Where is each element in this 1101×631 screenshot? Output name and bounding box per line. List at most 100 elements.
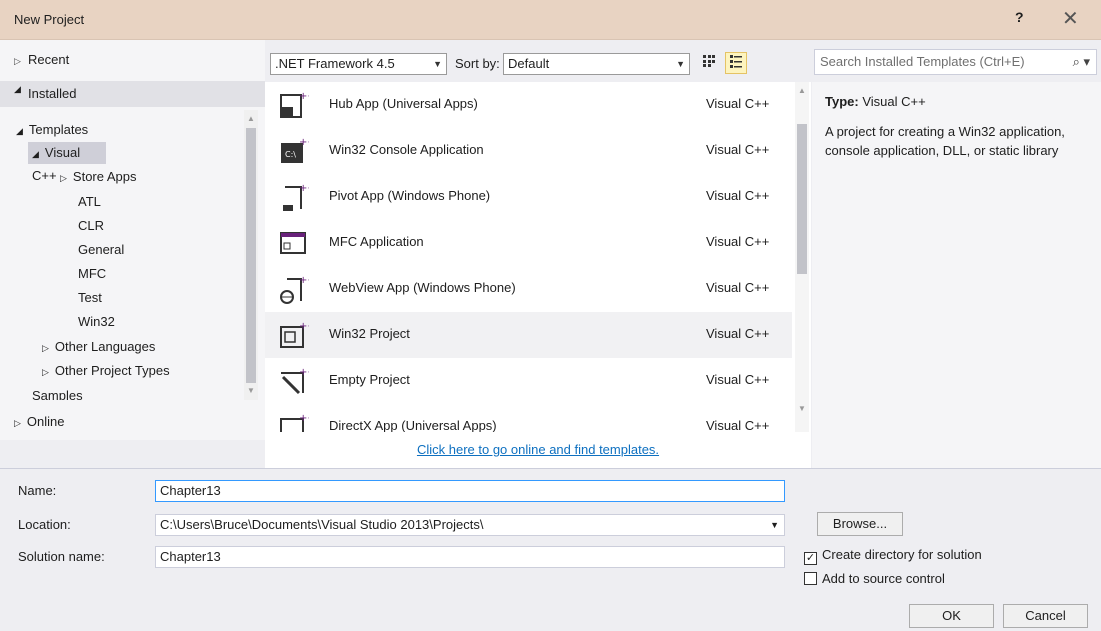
template-name: DirectX App (Universal Apps) [329, 418, 497, 432]
tree-item-test[interactable]: Test [78, 288, 102, 308]
template-name: Win32 Project [329, 326, 410, 341]
checkbox-empty-icon[interactable] [804, 572, 817, 585]
online-templates-link[interactable]: Click here to go online and find templat… [265, 432, 811, 468]
scroll-down-icon[interactable]: ▼ [798, 404, 806, 413]
tree-item-templates[interactable]: ◢ Templates [16, 120, 88, 140]
tree-item-other-languages[interactable]: ▷ Other Languages [42, 337, 155, 358]
tree-item-samples[interactable]: Samples [32, 386, 83, 400]
win32-project-icon: ++ [280, 321, 309, 348]
template-item-win32-console[interactable]: C:\++ Win32 Console Application Visual C… [265, 128, 792, 174]
tree-item-store-apps[interactable]: ▷ Store Apps [60, 167, 137, 187]
template-language: Visual C++ [706, 326, 770, 341]
close-icon[interactable]: ✕ [1062, 6, 1079, 31]
expand-arrow-icon: ▷ [14, 418, 21, 428]
tree-label: Other Project Types [54, 363, 170, 378]
create-directory-checkbox[interactable]: ✓ Create directory for solution [804, 547, 982, 565]
ok-button[interactable]: OK [909, 604, 994, 628]
tree-item-recent[interactable]: ▷ Recent [14, 50, 69, 70]
tree-label: Store Apps [72, 169, 137, 184]
tree-item-installed[interactable]: ◢ Installed [0, 81, 265, 107]
scroll-down-icon[interactable]: ▼ [247, 386, 255, 395]
template-item-hub-app[interactable]: ++ Hub App (Universal Apps) Visual C++ [265, 82, 792, 128]
template-item-win32-project[interactable]: ++ Win32 Project Visual C++ [265, 312, 792, 358]
source-control-checkbox[interactable]: Add to source control [804, 571, 945, 586]
scroll-up-icon[interactable]: ▲ [247, 114, 255, 123]
tree-item-online[interactable]: ▷ Online [14, 412, 65, 433]
browse-button[interactable]: Browse... [817, 512, 903, 536]
search-input[interactable]: Search Installed Templates (Ctrl+E) ⌕ ▾ [814, 49, 1097, 75]
template-name: WebView App (Windows Phone) [329, 280, 516, 295]
template-item-webview-app[interactable]: ++ WebView App (Windows Phone) Visual C+… [265, 266, 792, 312]
location-label: Location: [18, 517, 71, 532]
solution-name-label: Solution name: [18, 549, 105, 564]
template-language: Visual C++ [706, 234, 770, 249]
expand-arrow-icon: ▷ [42, 343, 49, 353]
solution-name-field[interactable]: Chapter13 [155, 546, 785, 568]
framework-value: .NET Framework 4.5 [275, 56, 395, 71]
svg-text:C:\: C:\ [285, 150, 296, 159]
scroll-thumb[interactable] [246, 128, 256, 383]
hub-app-icon: ++ [280, 91, 309, 118]
scroll-thumb[interactable] [797, 124, 807, 274]
window-title: New Project [14, 12, 85, 27]
empty-project-icon: ++ [281, 367, 309, 395]
collapse-arrow-icon: ◢ [32, 149, 39, 159]
template-name: Hub App (Universal Apps) [329, 96, 478, 111]
tree-scrollbar[interactable]: ▲ ▼ [244, 110, 258, 400]
tree-label: Templates [28, 122, 89, 137]
tree-item-atl[interactable]: ATL [78, 192, 101, 212]
template-language: Visual C++ [706, 280, 770, 295]
template-description: A project for creating a Win32 applicati… [825, 124, 1065, 158]
help-button[interactable]: ? [1015, 9, 1024, 25]
template-name: Win32 Console Application [329, 142, 484, 157]
template-name: MFC Application [329, 234, 424, 249]
list-view-icon[interactable] [725, 52, 747, 74]
expand-arrow-icon: ▷ [14, 56, 21, 66]
sort-value: Default [508, 56, 550, 71]
tree-item-visual-cpp[interactable]: ◢ Visual C++ [28, 142, 106, 183]
expand-arrow-icon: ▷ [60, 173, 67, 183]
chevron-down-icon[interactable]: ▼ [770, 515, 779, 535]
svg-text:++: ++ [299, 91, 309, 102]
template-language: Visual C++ [706, 142, 770, 157]
pivot-app-icon: ++ [283, 183, 309, 211]
list-scrollbar[interactable]: ▲ ▼ [795, 82, 809, 432]
template-language: Visual C++ [706, 418, 770, 432]
expand-arrow-icon: ▷ [42, 367, 49, 377]
scroll-up-icon[interactable]: ▲ [798, 86, 806, 95]
svg-text:++: ++ [299, 275, 309, 286]
source-control-label: Add to source control [822, 571, 945, 586]
checkmark-icon[interactable]: ✓ [804, 552, 817, 565]
template-item-directx-app[interactable]: ++ DirectX App (Universal Apps) Visual C… [265, 404, 792, 432]
template-language: Visual C++ [706, 188, 770, 203]
tree-item-other-project-types[interactable]: ▷ Other Project Types [42, 361, 170, 382]
svg-text:++: ++ [299, 137, 309, 148]
tree-item-mfc[interactable]: MFC [78, 264, 106, 284]
console-app-icon: C:\++ [281, 137, 309, 163]
template-item-mfc[interactable]: MFC Application Visual C++ [265, 220, 792, 266]
location-field[interactable]: C:\Users\Bruce\Documents\Visual Studio 2… [155, 514, 785, 536]
sort-select[interactable]: Default ▼ [503, 53, 690, 75]
grid-view-icon[interactable] [698, 53, 720, 75]
name-field[interactable]: Chapter13 [155, 480, 785, 502]
collapse-arrow-icon: ◢ [16, 126, 23, 136]
tree-item-win32[interactable]: Win32 [78, 312, 115, 332]
search-icon[interactable]: ⌕ ▾ [1073, 50, 1090, 74]
online-link-text[interactable]: Click here to go online and find templat… [417, 442, 659, 457]
cancel-button[interactable]: Cancel [1003, 604, 1088, 628]
svg-text:++: ++ [299, 321, 309, 332]
location-value: C:\Users\Bruce\Documents\Visual Studio 2… [160, 517, 484, 532]
template-language: Visual C++ [706, 96, 770, 111]
template-name: Empty Project [329, 372, 410, 387]
framework-select[interactable]: .NET Framework 4.5 ▼ [270, 53, 447, 75]
tree-label: Other Languages [54, 339, 156, 354]
template-item-empty-project[interactable]: ++ Empty Project Visual C++ [265, 358, 792, 404]
title-bar: New Project ? ✕ [0, 0, 1101, 40]
installed-tree: ◢ Templates ◢ Visual C++ ▷ Store Apps ATL C… [0, 110, 243, 400]
webview-app-icon: ++ [280, 275, 309, 304]
template-item-pivot-app[interactable]: ++ Pivot App (Windows Phone) Visual C++ [265, 174, 792, 220]
type-value: Visual C++ [862, 94, 926, 109]
tree-item-general[interactable]: General [78, 240, 124, 260]
mfc-app-icon [280, 232, 306, 254]
tree-item-clr[interactable]: CLR [78, 216, 104, 236]
